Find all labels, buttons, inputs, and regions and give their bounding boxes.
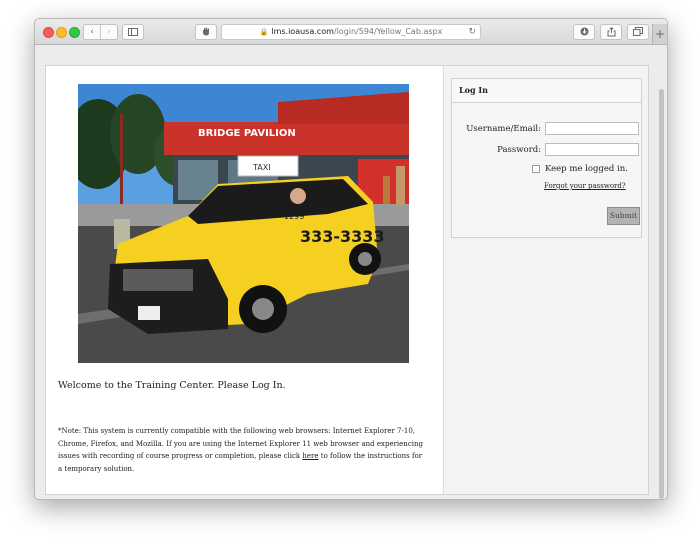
password-input[interactable] xyxy=(545,143,639,156)
zoom-window-button[interactable] xyxy=(69,27,80,38)
url-path: /login/594/Yellow_Cab.aspx xyxy=(333,27,443,36)
extension-button[interactable] xyxy=(195,24,217,40)
tab-overview-button[interactable] xyxy=(627,24,649,40)
page-content: BRIDGE PAVILION TAXI 333-3333 1299 Welco… xyxy=(45,65,649,495)
vertical-scrollbar[interactable] xyxy=(659,89,664,499)
keep-logged-in-checkbox[interactable] xyxy=(532,164,540,173)
welcome-message: Welcome to the Training Center. Please L… xyxy=(58,380,286,391)
password-label: Password: xyxy=(497,145,541,155)
close-window-button[interactable] xyxy=(43,27,54,38)
page-viewport: BRIDGE PAVILION TAXI 333-3333 1299 Welco… xyxy=(35,45,667,499)
keep-logged-in-label: Keep me logged in. xyxy=(545,164,628,174)
login-panel: Log In Username/Email: Password: Keep me… xyxy=(451,78,642,238)
back-button[interactable]: ‹ xyxy=(83,24,101,40)
hand-icon xyxy=(203,27,209,36)
username-input[interactable] xyxy=(545,122,639,135)
username-label: Username/Email: xyxy=(466,124,541,134)
sidebar-icon xyxy=(128,28,138,36)
sidebar-button[interactable] xyxy=(122,24,144,40)
share-icon xyxy=(607,26,615,37)
reload-icon[interactable]: ↻ xyxy=(468,25,476,39)
downloads-button[interactable] xyxy=(573,24,595,40)
login-title: Log In xyxy=(452,79,641,103)
pavilion-sign: BRIDGE PAVILION xyxy=(198,128,296,139)
cab-phone: 333-3333 xyxy=(300,227,385,246)
forward-button[interactable]: › xyxy=(100,24,118,40)
chevron-left-icon: ‹ xyxy=(90,27,94,37)
browser-window: ‹ › 🔒 lms.ioausa.com/login/594/Yellow_Cab… xyxy=(34,18,668,500)
login-column: Log In Username/Email: Password: Keep me… xyxy=(444,66,648,494)
chevron-right-icon: › xyxy=(107,27,111,37)
submit-button[interactable]: Submit xyxy=(607,207,640,225)
new-tab-button[interactable]: + xyxy=(652,24,667,44)
browser-toolbar: ‹ › 🔒 lms.ioausa.com/login/594/Yellow_Cab… xyxy=(35,19,667,45)
tabs-icon xyxy=(633,27,643,36)
keep-logged-in-row[interactable]: Keep me logged in. xyxy=(532,164,628,174)
share-button[interactable] xyxy=(600,24,622,40)
download-icon xyxy=(580,27,588,36)
url-host: lms.ioausa.com xyxy=(271,27,334,36)
main-column: BRIDGE PAVILION TAXI 333-3333 1299 Welco… xyxy=(46,66,444,494)
forgot-password-link[interactable]: Forgot your password? xyxy=(544,182,626,190)
instructions-link[interactable]: here xyxy=(302,452,318,460)
cab-number: 1299 xyxy=(284,212,304,221)
yellow-cab-photo: BRIDGE PAVILION TAXI 333-3333 1299 xyxy=(78,84,409,363)
lock-icon: 🔒 xyxy=(259,28,269,36)
browser-compatibility-note: *Note: This system is currently compatib… xyxy=(58,425,424,475)
address-bar[interactable]: 🔒 lms.ioausa.com/login/594/Yellow_Cab.asp… xyxy=(221,24,481,40)
minimize-window-button[interactable] xyxy=(56,27,67,38)
roof-sign: TAXI xyxy=(252,163,271,172)
